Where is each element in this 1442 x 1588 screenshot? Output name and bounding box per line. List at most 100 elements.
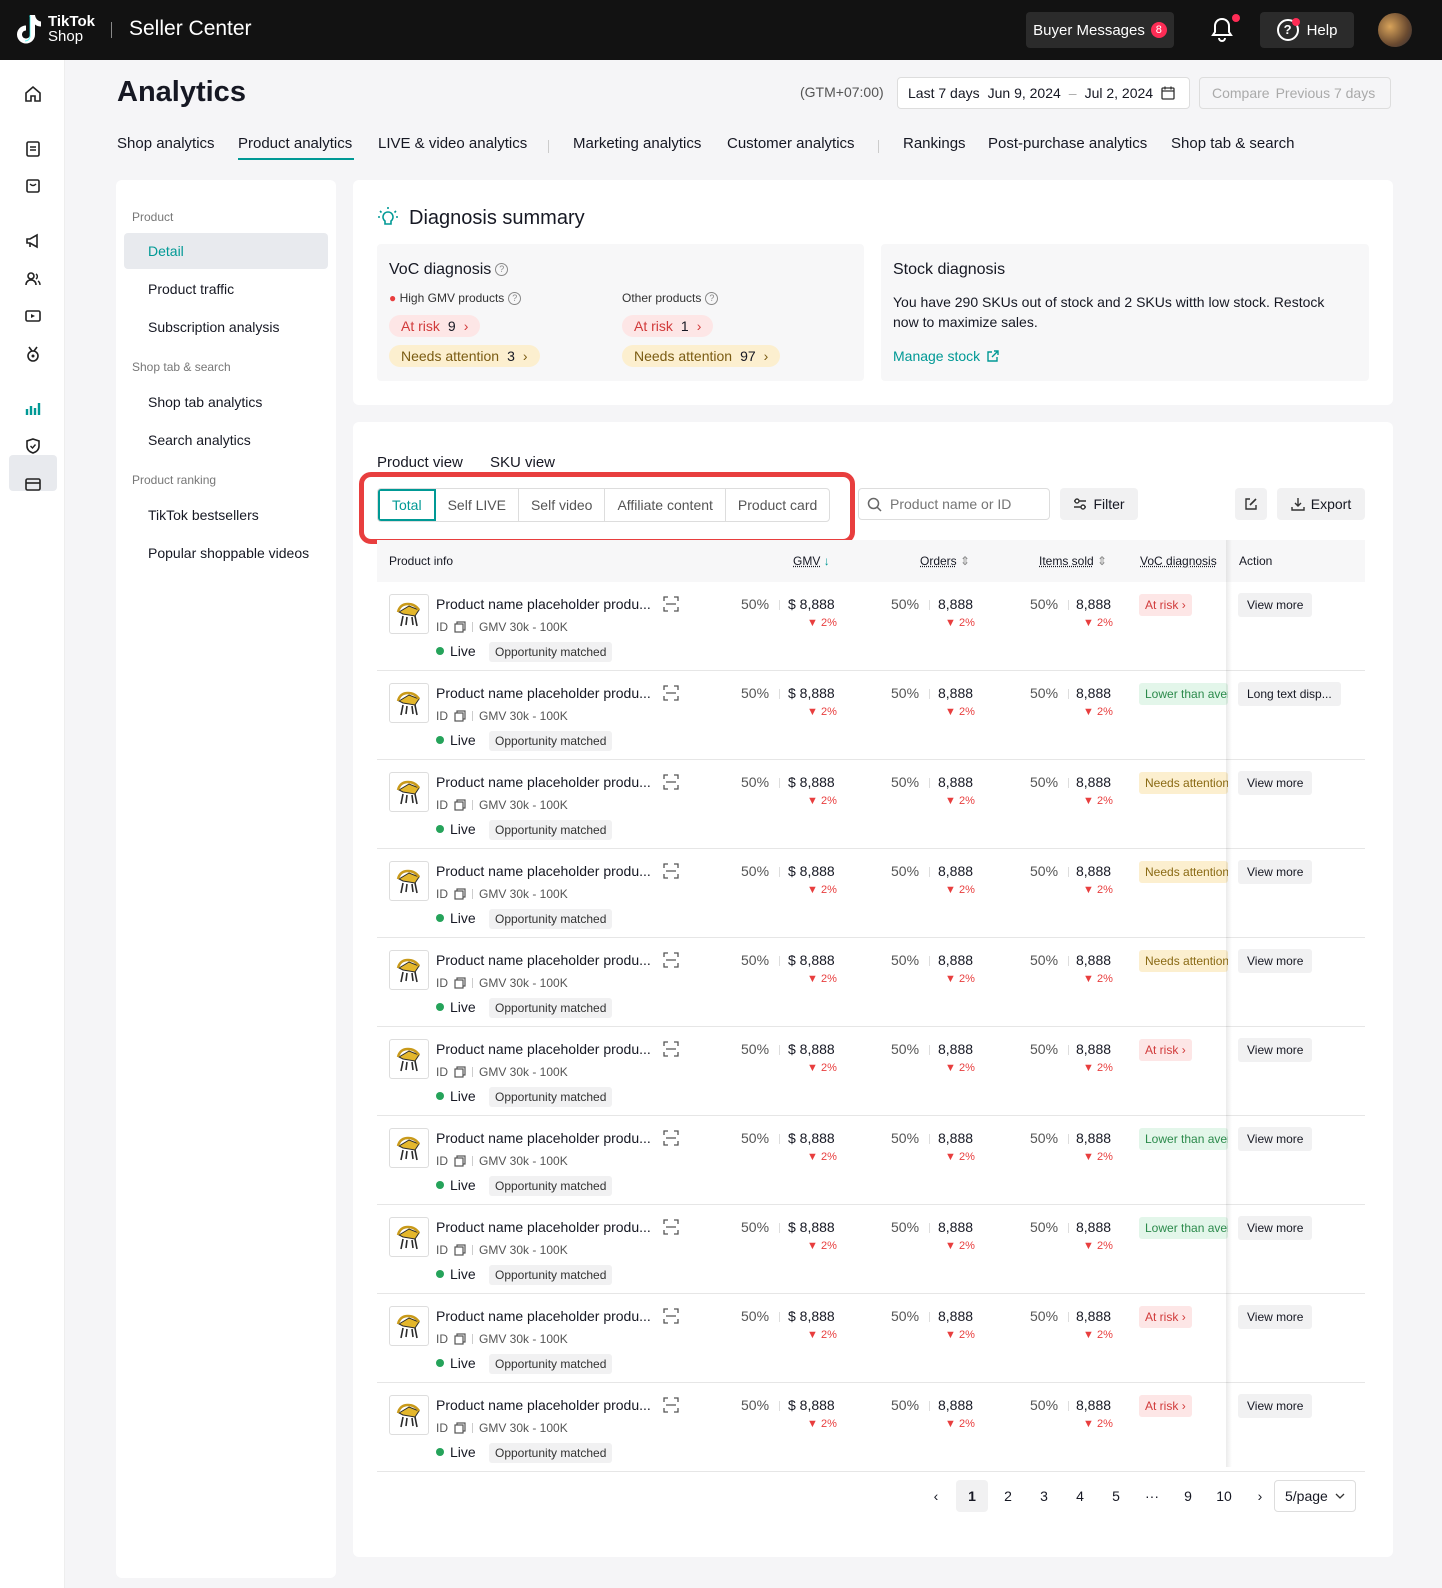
view-more-button[interactable]: View more (1238, 860, 1313, 884)
segment-self-live[interactable]: Self LIVE (436, 489, 519, 521)
view-more-button[interactable]: View more (1238, 593, 1313, 617)
copy-icon[interactable] (454, 799, 466, 811)
product-thumbnail[interactable] (389, 683, 429, 723)
date-range-picker[interactable]: Last 7 days Jun 9, 2024 – Jul 2, 2024 (897, 77, 1190, 109)
tab-live-video-analytics[interactable]: LIVE & video analytics (378, 135, 527, 152)
finance-icon[interactable] (24, 475, 42, 493)
table-row[interactable]: Product name placeholder produ... ID GMV 3… (377, 1116, 1365, 1205)
product-name[interactable]: Product name placeholder produ... (436, 952, 651, 968)
tab-marketing-analytics[interactable]: Marketing analytics (573, 135, 701, 152)
customers-icon[interactable] (24, 270, 42, 288)
segment-product-card[interactable]: Product card (726, 489, 829, 521)
tab-product-analytics[interactable]: Product analytics (238, 135, 352, 152)
other-at-risk-pill[interactable]: At risk 1 › (622, 315, 714, 337)
tab-shop-tab-search[interactable]: Shop tab & search (1171, 135, 1294, 152)
copy-icon[interactable] (454, 977, 466, 989)
voc-badge[interactable]: Lower than average (1139, 1128, 1228, 1150)
product-thumbnail[interactable] (389, 1039, 429, 1079)
col-gmv[interactable]: GMV ↓ (793, 554, 830, 568)
table-row[interactable]: Product name placeholder produ... ID GMV 3… (377, 849, 1365, 938)
sidebar-item-subscription-analysis[interactable]: Subscription analysis (148, 319, 280, 335)
search-input[interactable] (890, 496, 1040, 512)
analytics-icon[interactable] (24, 400, 42, 418)
high-gmv-at-risk-pill[interactable]: At risk 9 › (389, 315, 481, 337)
product-thumbnail[interactable] (389, 1306, 429, 1346)
page-size-select[interactable]: 5/page (1274, 1480, 1356, 1512)
export-button[interactable]: Export (1277, 488, 1365, 520)
page-2[interactable]: 2 (992, 1480, 1024, 1512)
sidebar-item-shop-tab-analytics[interactable]: Shop tab analytics (148, 394, 262, 410)
sidebar-item-tiktok-bestsellers[interactable]: TikTok bestsellers (148, 507, 259, 523)
segment-self-video[interactable]: Self video (519, 489, 606, 521)
orders-icon[interactable] (24, 140, 42, 158)
rewards-icon[interactable] (24, 345, 42, 363)
voc-badge[interactable]: Needs attention (1139, 950, 1228, 972)
product-name[interactable]: Product name placeholder produ... (436, 1219, 651, 1235)
table-row[interactable]: Product name placeholder produ... ID GMV 3… (377, 760, 1365, 849)
view-more-button[interactable]: View more (1238, 949, 1313, 973)
product-name[interactable]: Product name placeholder produ... (436, 863, 651, 879)
tab-customer-analytics[interactable]: Customer analytics (727, 135, 855, 152)
scan-icon[interactable] (663, 863, 679, 879)
voc-badge[interactable]: Needs attention (1139, 772, 1228, 794)
page-1[interactable]: 1 (956, 1480, 988, 1512)
segment-total[interactable]: Total (378, 489, 436, 521)
buyer-messages-button[interactable]: Buyer Messages 8 (1026, 12, 1174, 48)
scan-icon[interactable] (663, 685, 679, 701)
compare-picker[interactable]: Compare Previous 7 days (1199, 77, 1391, 109)
sidebar-item-search-analytics[interactable]: Search analytics (148, 432, 251, 448)
product-thumbnail[interactable] (389, 772, 429, 812)
product-thumbnail[interactable] (389, 594, 429, 634)
filter-button[interactable]: Filter (1060, 488, 1138, 520)
tab-post-purchase-analytics[interactable]: Post-purchase analytics (988, 135, 1147, 152)
copy-icon[interactable] (454, 1422, 466, 1434)
avatar[interactable] (1378, 13, 1412, 47)
edit-columns-button[interactable] (1235, 488, 1267, 520)
scan-icon[interactable] (663, 1041, 679, 1057)
page-3[interactable]: 3 (1028, 1480, 1060, 1512)
voc-badge[interactable]: At risk › (1139, 1395, 1192, 1417)
product-thumbnail[interactable] (389, 1128, 429, 1168)
pagination-next[interactable]: › (1244, 1480, 1276, 1512)
scan-icon[interactable] (663, 1219, 679, 1235)
col-orders[interactable]: Orders ⇕ (920, 554, 970, 568)
live-icon[interactable] (24, 307, 42, 325)
product-name[interactable]: Product name placeholder produ... (436, 1397, 651, 1413)
table-row[interactable]: Product name placeholder produ... ID GMV 3… (377, 1205, 1365, 1294)
view-more-button[interactable]: View more (1238, 771, 1313, 795)
view-more-button[interactable]: View more (1238, 1127, 1313, 1151)
marketing-icon[interactable] (24, 232, 42, 250)
sidebar-item-product-traffic[interactable]: Product traffic (148, 281, 234, 297)
table-row[interactable]: Product name placeholder produ... ID GMV 3… (377, 1383, 1365, 1472)
view-more-button[interactable]: Long text disp... (1238, 682, 1341, 706)
scan-icon[interactable] (663, 596, 679, 612)
product-thumbnail[interactable] (389, 950, 429, 990)
product-name[interactable]: Product name placeholder produ... (436, 1308, 651, 1324)
tab-product-view[interactable]: Product view (377, 454, 463, 471)
view-more-button[interactable]: View more (1238, 1305, 1313, 1329)
product-thumbnail[interactable] (389, 1395, 429, 1435)
voc-badge[interactable]: At risk › (1139, 594, 1192, 616)
page-10[interactable]: 10 (1208, 1480, 1240, 1512)
view-more-button[interactable]: View more (1238, 1216, 1313, 1240)
copy-icon[interactable] (454, 1066, 466, 1078)
page-ellipsis[interactable]: ··· (1136, 1480, 1168, 1512)
home-icon[interactable] (24, 85, 42, 103)
product-name[interactable]: Product name placeholder produ... (436, 1041, 651, 1057)
voc-badge[interactable]: Lower than average (1139, 1217, 1228, 1239)
scan-icon[interactable] (663, 1397, 679, 1413)
table-row[interactable]: Product name placeholder produ... ID GMV 3… (377, 1294, 1365, 1383)
manage-stock-link[interactable]: Manage stock (893, 348, 999, 364)
help-button[interactable]: ? Help (1260, 12, 1354, 48)
voc-badge[interactable]: At risk › (1139, 1039, 1192, 1061)
product-thumbnail[interactable] (389, 1217, 429, 1257)
product-thumbnail[interactable] (389, 861, 429, 901)
scan-icon[interactable] (663, 952, 679, 968)
tab-shop-analytics[interactable]: Shop analytics (117, 135, 215, 152)
product-name[interactable]: Product name placeholder produ... (436, 774, 651, 790)
copy-icon[interactable] (454, 1333, 466, 1345)
page-4[interactable]: 4 (1064, 1480, 1096, 1512)
table-row[interactable]: Product name placeholder produ... ID GMV 3… (377, 938, 1365, 1027)
voc-badge[interactable]: At risk › (1139, 1306, 1192, 1328)
shield-icon[interactable] (24, 437, 42, 455)
